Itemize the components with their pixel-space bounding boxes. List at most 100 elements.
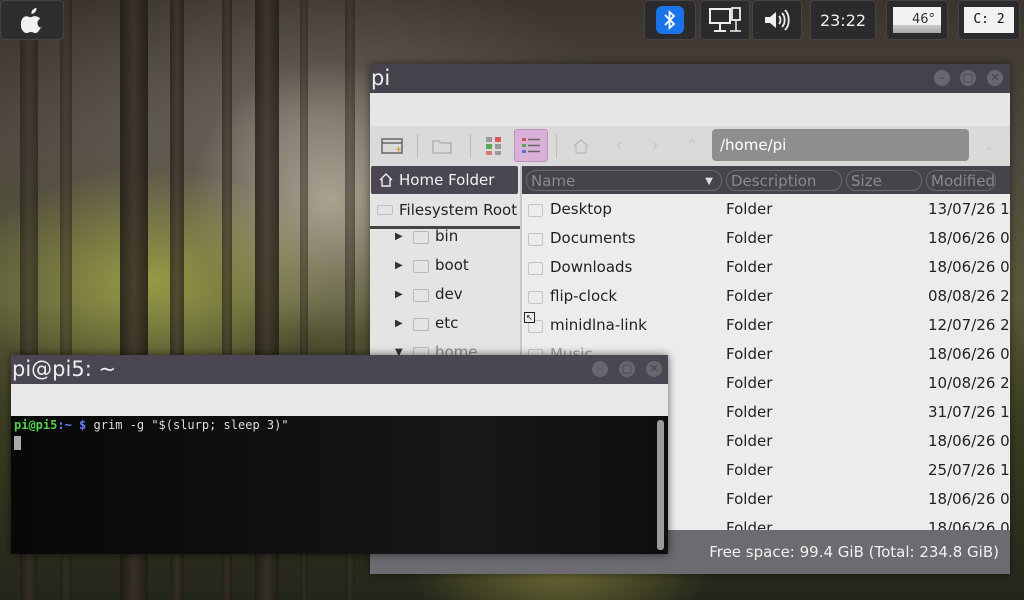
temperature-monitor[interactable]: 46° (886, 0, 948, 40)
bluetooth-button[interactable] (644, 0, 696, 40)
column-modified[interactable]: Modified (926, 170, 996, 191)
new-tab-icon: + (381, 137, 403, 155)
home-button[interactable] (564, 129, 598, 162)
list-view-button[interactable] (514, 129, 548, 162)
expand-arrow-icon[interactable]: ▶ (395, 222, 403, 251)
up-arrow-icon: ⌃ (685, 136, 699, 155)
up-button[interactable]: ⌃ (675, 129, 709, 162)
folder-icon (413, 231, 429, 244)
tree-item-boot[interactable]: ▶ boot (370, 251, 520, 280)
file-description: Folder (726, 403, 773, 421)
temperature-value: 46° (893, 7, 941, 33)
file-description: Folder (726, 200, 773, 218)
column-description[interactable]: Description (726, 170, 842, 191)
terminal-output[interactable]: pi@pi5:~ $ grim -g "$(slurp; sleep 3)" (11, 416, 668, 554)
file-name: flip-clock (550, 287, 618, 305)
path-input[interactable]: /home/pi (712, 129, 969, 161)
folder-icon (528, 204, 543, 217)
column-name[interactable]: Name ▼ (526, 170, 722, 191)
terminal-menu-bar (11, 384, 668, 416)
file-description: Folder (726, 287, 773, 305)
file-modified: 18/06/26 0 (928, 258, 1010, 276)
column-size[interactable]: Size (846, 170, 922, 191)
expand-arrow-icon[interactable]: ▶ (395, 309, 403, 338)
file-description: Folder (726, 519, 773, 530)
file-modified: 10/08/26 2 (928, 374, 1010, 392)
column-label: Modified (931, 172, 996, 190)
prompt-user: pi@pi5 (14, 418, 58, 432)
maximize-button[interactable]: □ (619, 361, 635, 377)
sidebar-item-label: Filesystem Root (399, 201, 518, 219)
network-button[interactable] (700, 0, 750, 40)
sidebar-item-filesystem-root[interactable]: Filesystem Root (371, 196, 518, 224)
file-description: Folder (726, 461, 773, 479)
apple-logo-icon (21, 8, 42, 33)
file-description: Folder (726, 374, 773, 392)
file-manager-titlebar[interactable]: pi – □ ✕ (370, 64, 1010, 93)
menu-bar (370, 93, 1010, 126)
tree-item-bin[interactable]: ▶ bin (370, 222, 520, 251)
toolbar: + ‹ › ⌃ /home/pi ⌄ (370, 126, 1010, 166)
file-modified: 25/07/26 1 (928, 461, 1010, 479)
terminal-titlebar[interactable]: pi@pi5: ~ – □ ✕ (11, 355, 668, 384)
file-modified: 13/07/26 1 (928, 200, 1010, 218)
folder-icon (528, 233, 543, 246)
prompt-symbol: $ (79, 418, 87, 432)
tree-item-label: bin (435, 227, 459, 245)
maximize-button[interactable]: □ (960, 70, 976, 86)
svg-text:+: + (395, 145, 403, 155)
folder-icon (413, 318, 429, 331)
file-name: minidlna-link (550, 316, 647, 334)
menu-button[interactable] (0, 0, 64, 40)
new-folder-button[interactable] (425, 129, 459, 162)
file-description: Folder (726, 490, 773, 508)
close-button[interactable]: ✕ (646, 361, 662, 377)
minimize-button[interactable]: – (934, 70, 950, 86)
volume-icon (765, 9, 790, 31)
new-tab-button[interactable]: + (375, 129, 409, 162)
command-line: pi@pi5:~ $ grim -g "$(slurp; sleep 3)" (14, 418, 289, 432)
column-label: Size (851, 172, 882, 190)
close-button[interactable]: ✕ (987, 70, 1003, 86)
icon-view-icon (486, 136, 501, 155)
expand-arrow-icon[interactable]: ▶ (395, 280, 403, 309)
file-name: Downloads (550, 258, 633, 276)
tree-item-etc[interactable]: ▶ etc (370, 309, 520, 338)
folder-icon (432, 139, 452, 154)
back-arrow-icon: ‹ (615, 135, 623, 156)
folder-icon (413, 260, 429, 273)
back-button[interactable]: ‹ (602, 129, 636, 162)
path-dropdown-button[interactable]: ⌄ (972, 129, 1006, 162)
file-description: Folder (726, 316, 773, 334)
tree-item-dev[interactable]: ▶ dev (370, 280, 520, 309)
file-modified: 18/06/26 0 (928, 229, 1010, 247)
terminal-scrollbar[interactable] (657, 420, 664, 550)
file-description: Folder (726, 345, 773, 363)
table-row[interactable]: minidlna-link Folder 12/07/26 2 (522, 311, 1010, 340)
sort-arrow-icon: ▼ (705, 176, 713, 187)
expand-arrow-icon[interactable]: ▶ (395, 251, 403, 280)
table-row[interactable]: Documents Folder 18/06/26 0 (522, 224, 1010, 253)
table-row[interactable]: Downloads Folder 18/06/26 0 (522, 253, 1010, 282)
cpu-monitor[interactable]: C: 2 (958, 0, 1020, 40)
free-space-label: Free space: 99.4 GiB (Total: 234.8 GiB) (709, 543, 999, 561)
bluetooth-icon (656, 6, 684, 34)
folder-icon (528, 262, 543, 275)
forward-arrow-icon: › (651, 135, 659, 156)
clock[interactable]: 23:22 (810, 0, 876, 40)
folder-icon (528, 291, 543, 304)
terminal-window: pi@pi5: ~ – □ ✕ pi@pi5:~ $ grim -g "$(sl… (11, 355, 668, 554)
forward-button[interactable]: › (638, 129, 672, 162)
sidebar-item-home-folder[interactable]: Home Folder (371, 166, 518, 194)
window-title: pi@pi5: ~ (12, 357, 117, 381)
table-row[interactable]: flip-clock Folder 08/08/26 2 (522, 282, 1010, 311)
icon-view-button[interactable] (477, 129, 511, 162)
file-name: Desktop (550, 200, 612, 218)
minimize-button[interactable]: – (592, 361, 608, 377)
table-row[interactable]: Desktop Folder 13/07/26 1 (522, 195, 1010, 224)
volume-button[interactable] (752, 0, 802, 40)
tree-item-label: boot (435, 256, 469, 274)
file-modified: 12/07/26 2 (928, 316, 1010, 334)
column-label: Name (531, 172, 576, 190)
file-description: Folder (726, 229, 773, 247)
